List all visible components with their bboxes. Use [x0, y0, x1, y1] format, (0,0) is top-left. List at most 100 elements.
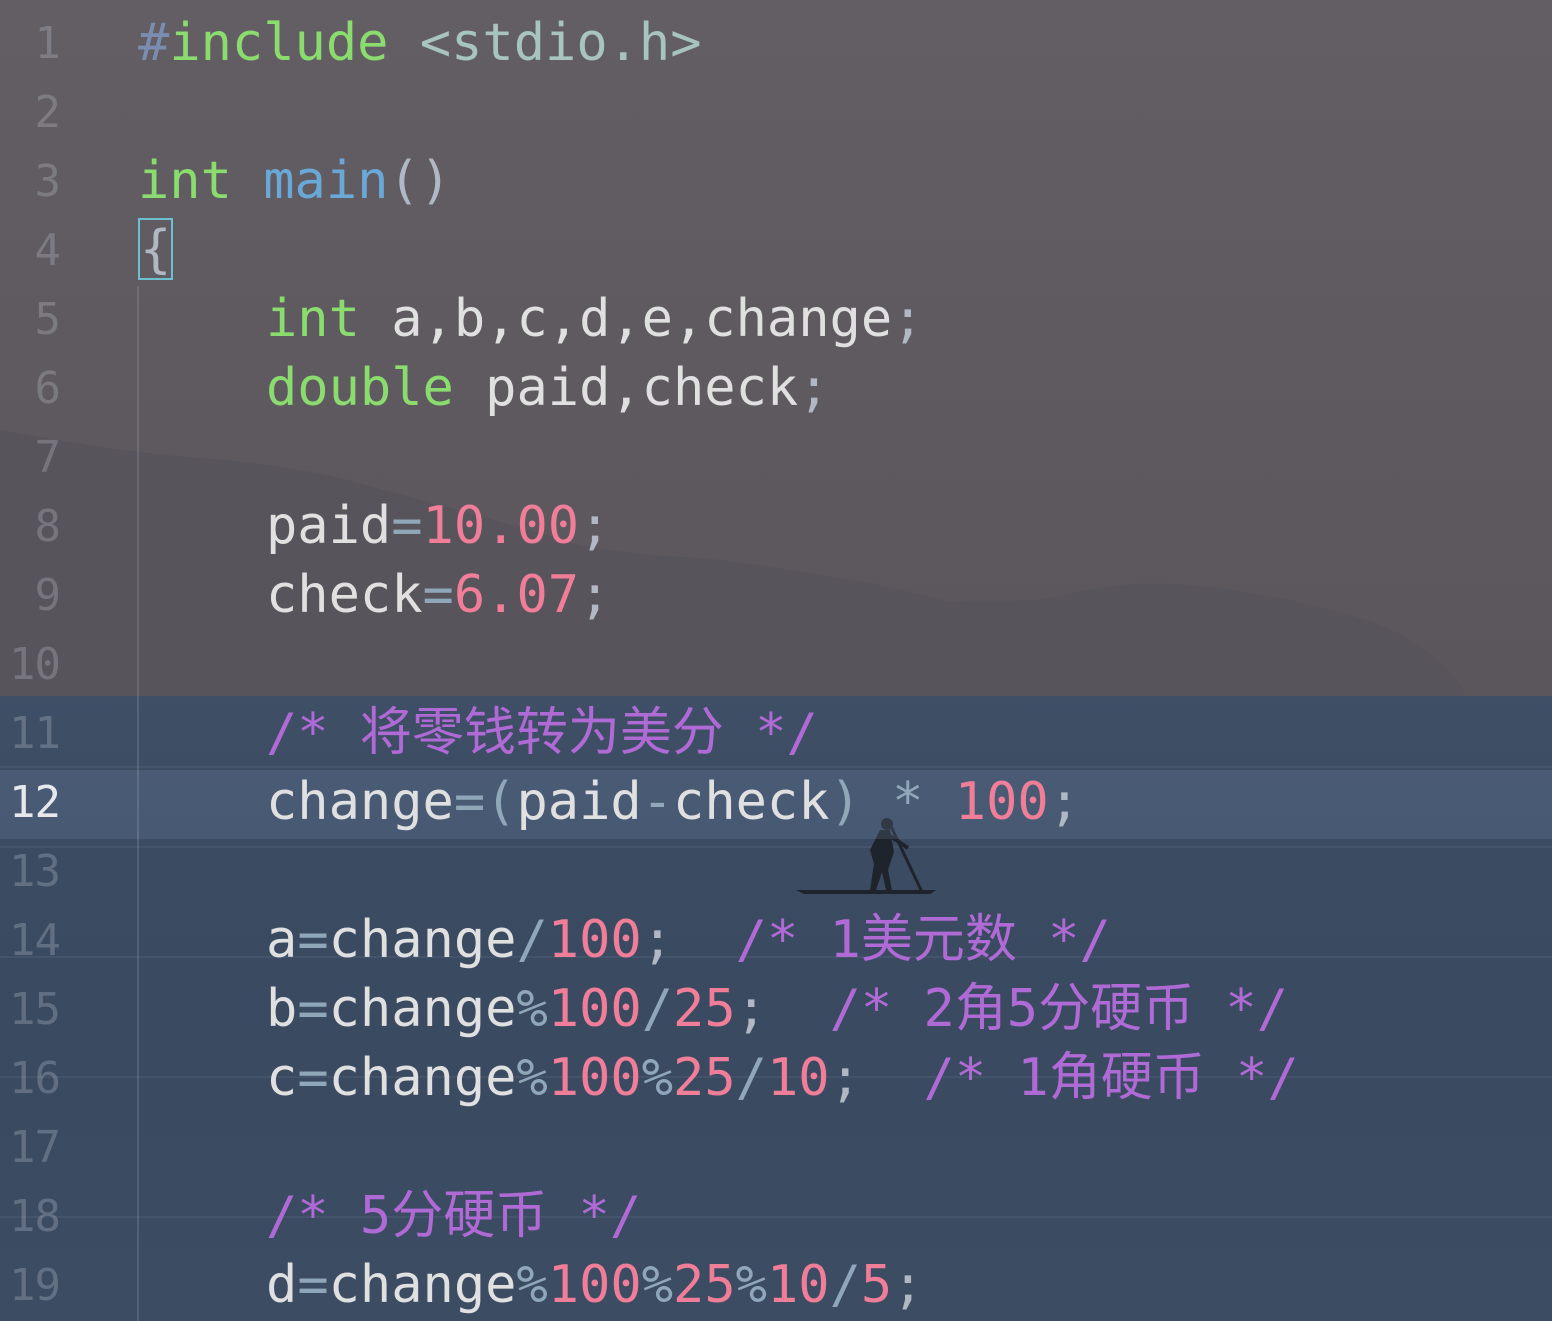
line-number: 12: [9, 777, 61, 828]
code-token: ;: [1048, 772, 1081, 832]
code-line[interactable]: 8 paid=10.00;: [0, 492, 1552, 561]
code-token: (: [485, 772, 517, 832]
code-line[interactable]: 3 int main(): [0, 147, 1552, 216]
code-line[interactable]: 12 change=(paid-check) * 100;: [0, 768, 1552, 837]
line-number: 10: [9, 639, 61, 690]
code-token: =: [297, 1048, 329, 1108]
code-token: (): [388, 151, 452, 211]
line-number: 13: [9, 846, 61, 897]
code-text[interactable]: {: [138, 216, 174, 285]
code-line[interactable]: 5 int a,b,c,d,e,change;: [0, 285, 1552, 354]
line-number: 4: [34, 225, 62, 276]
code-text[interactable]: b=change%100/25; /* 2角5分硬币 */: [266, 975, 1288, 1044]
code-token: %: [516, 1048, 548, 1108]
matched-brace: {: [138, 218, 174, 280]
code-token: c: [266, 1048, 298, 1108]
line-number: 5: [34, 294, 62, 345]
code-token: change: [328, 1255, 517, 1315]
code-token: paid: [266, 496, 392, 556]
code-text[interactable]: /* 5分硬币 */: [266, 1182, 641, 1251]
code-token: %: [641, 1255, 674, 1315]
code-line[interactable]: 7: [0, 423, 1552, 492]
code-token: =: [391, 496, 423, 556]
code-text[interactable]: paid=10.00;: [266, 492, 610, 561]
code-token: ;: [641, 910, 674, 970]
code-token: 25: [673, 1048, 736, 1108]
code-token: d: [266, 1255, 298, 1315]
code-token: 6.07: [453, 565, 580, 625]
code-token: int: [266, 289, 360, 349]
code-line[interactable]: 9 check=6.07;: [0, 561, 1552, 630]
code-text[interactable]: double paid,check;: [266, 354, 830, 423]
code-text[interactable]: #include <stdio.h>: [138, 9, 702, 78]
code-line[interactable]: 19 d=change%100%25%10/5;: [0, 1251, 1552, 1320]
line-number: 11: [9, 708, 61, 759]
code-token: ;: [579, 565, 611, 625]
code-token: =: [297, 1255, 329, 1315]
code-comment: /* 5分硬币 */: [266, 1186, 642, 1246]
code-token: *: [860, 772, 955, 832]
code-token: double: [266, 358, 454, 418]
code-line[interactable]: 13: [0, 837, 1552, 906]
code-text[interactable]: check=6.07;: [266, 561, 610, 630]
line-number: 18: [9, 1191, 61, 1242]
code-token: ;: [735, 979, 767, 1039]
code-line[interactable]: 11 /* 将零钱转为美分 */: [0, 699, 1552, 768]
code-token: =: [422, 565, 454, 625]
line-number: 9: [34, 570, 62, 621]
code-line[interactable]: 14 a=change/100; /* 1美元数 */: [0, 906, 1552, 975]
code-token: 10.00: [422, 496, 580, 556]
code-comment: /* 1角硬币 */: [923, 1048, 1299, 1108]
code-token: /: [516, 910, 548, 970]
line-number: 7: [34, 432, 62, 483]
code-token: %: [516, 979, 548, 1039]
code-line[interactable]: 1 #include <stdio.h>: [0, 9, 1552, 78]
line-number: 14: [9, 915, 61, 966]
code-text[interactable]: /* 将零钱转为美分 */: [266, 699, 818, 768]
code-text[interactable]: c=change%100%25/10; /* 1角硬币 */: [266, 1044, 1299, 1113]
code-token: <stdio.h>: [419, 13, 702, 73]
line-number: 17: [9, 1122, 61, 1173]
code-token: %: [735, 1255, 767, 1315]
code-line[interactable]: 2: [0, 78, 1552, 147]
code-line[interactable]: 10: [0, 630, 1552, 699]
line-number: 15: [9, 984, 61, 1035]
code-line[interactable]: 16 c=change%100%25/10; /* 1角硬币 */: [0, 1044, 1552, 1113]
code-token: #: [138, 13, 170, 73]
code-token: int: [138, 151, 232, 211]
code-token: ): [829, 772, 861, 832]
line-number: 16: [9, 1053, 61, 1104]
code-token: 25: [673, 1255, 736, 1315]
code-text[interactable]: change=(paid-check) * 100;: [266, 768, 1080, 837]
code-line[interactable]: 6 double paid,check;: [0, 354, 1552, 423]
code-token: 100: [547, 1048, 642, 1108]
code-token: %: [516, 1255, 548, 1315]
line-number: 3: [34, 156, 62, 207]
code-token: check: [673, 772, 830, 832]
code-token: /: [829, 1255, 861, 1315]
code-text[interactable]: a=change/100; /* 1美元数 */: [266, 906, 1111, 975]
code-text[interactable]: int a,b,c,d,e,change;: [266, 285, 923, 354]
code-comment: /* 2角5分硬币 */: [829, 979, 1289, 1039]
line-number: 8: [34, 501, 62, 552]
code-token: paid: [516, 772, 642, 832]
code-token: 100: [954, 772, 1049, 832]
code-line[interactable]: 4{: [0, 216, 1552, 285]
code-token: =: [453, 772, 486, 832]
code-token: /: [735, 1048, 767, 1108]
code-line[interactable]: 18 /* 5分硬币 */: [0, 1182, 1552, 1251]
code-token: -: [641, 772, 674, 832]
code-line[interactable]: 17: [0, 1113, 1552, 1182]
code-text[interactable]: d=change%100%25%10/5;: [266, 1251, 924, 1320]
code-token: include: [169, 13, 389, 73]
code-editor[interactable]: 1 #include <stdio.h> 2 3 int main() 4{5 int a,…: [0, 0, 1552, 1321]
code-token: ;: [829, 1048, 861, 1108]
code-token: ;: [892, 289, 924, 349]
code-token: change: [328, 979, 517, 1039]
code-text[interactable]: int main(): [138, 147, 451, 216]
line-number: 2: [34, 87, 62, 138]
code-line[interactable]: 15 b=change%100/25; /* 2角5分硬币 */: [0, 975, 1552, 1044]
